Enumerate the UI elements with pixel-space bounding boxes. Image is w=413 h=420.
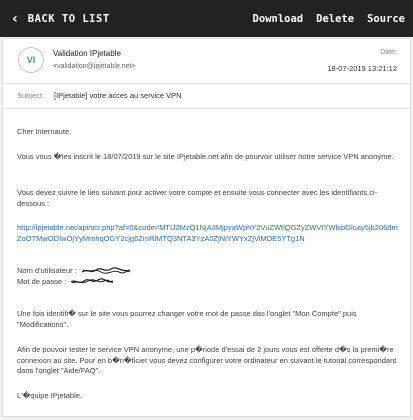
sender-name: Validation IPjetable <box>53 49 121 58</box>
top-toolbar: ‹ BACK TO LIST Download Delete Source <box>0 0 413 37</box>
subject-label: Subject: <box>17 91 45 100</box>
toolbar-actions: Download Delete Source <box>253 13 405 25</box>
email-card: VI Validation IPjetable <validation@ipje… <box>2 38 411 417</box>
subject-text: [IPjetable] votre acces au service VPN <box>54 91 182 100</box>
chevron-left-icon: ‹ <box>12 10 18 27</box>
avatar: VI <box>18 47 44 73</box>
signoff: L'�quipe IPjetable. <box>17 391 82 400</box>
sender-email: <validation@ipjetable.net> <box>53 63 136 70</box>
date-value: 18-07-2019 13:21:12 <box>327 64 397 73</box>
greeting: Cher Internaute, <box>17 127 72 136</box>
username-label: Nom d'utilisateur : <box>17 266 77 275</box>
password-row: Mot de passe : <box>17 277 114 288</box>
source-button[interactable]: Source <box>367 13 405 25</box>
email-header: VI Validation IPjetable <validation@ipje… <box>3 39 410 84</box>
back-to-list-label: BACK TO LIST <box>27 12 110 25</box>
back-to-list-button[interactable]: ‹ BACK TO LIST <box>12 11 110 27</box>
paragraph-instructions: Vous devez suivre le lien suivant pour a… <box>17 188 378 208</box>
delete-button[interactable]: Delete <box>316 13 354 25</box>
paragraph-login-info: Une fois identifi� sur le site vous pour… <box>17 309 359 329</box>
activation-link[interactable]: http://ipjetable.net/api/scr.php?af=0&co… <box>17 223 399 244</box>
app-frame: ‹ BACK TO LIST Download Delete Source VI… <box>0 0 413 420</box>
date-label: Date: <box>380 49 397 56</box>
download-button[interactable]: Download <box>253 13 304 25</box>
username-row: Nom d'utilisateur : <box>17 266 131 277</box>
password-redaction <box>70 278 114 284</box>
username-redaction <box>81 267 131 275</box>
paragraph-trial: Afin de pouvoir tester le service VPN an… <box>17 345 399 375</box>
subject-row: Subject: [IPjetable] votre acces au serv… <box>3 84 410 109</box>
paragraph-registration: Vous vous �tes inscrit le 18/07/2019 sur… <box>17 152 394 161</box>
password-label: Mot de passe : <box>17 277 67 286</box>
